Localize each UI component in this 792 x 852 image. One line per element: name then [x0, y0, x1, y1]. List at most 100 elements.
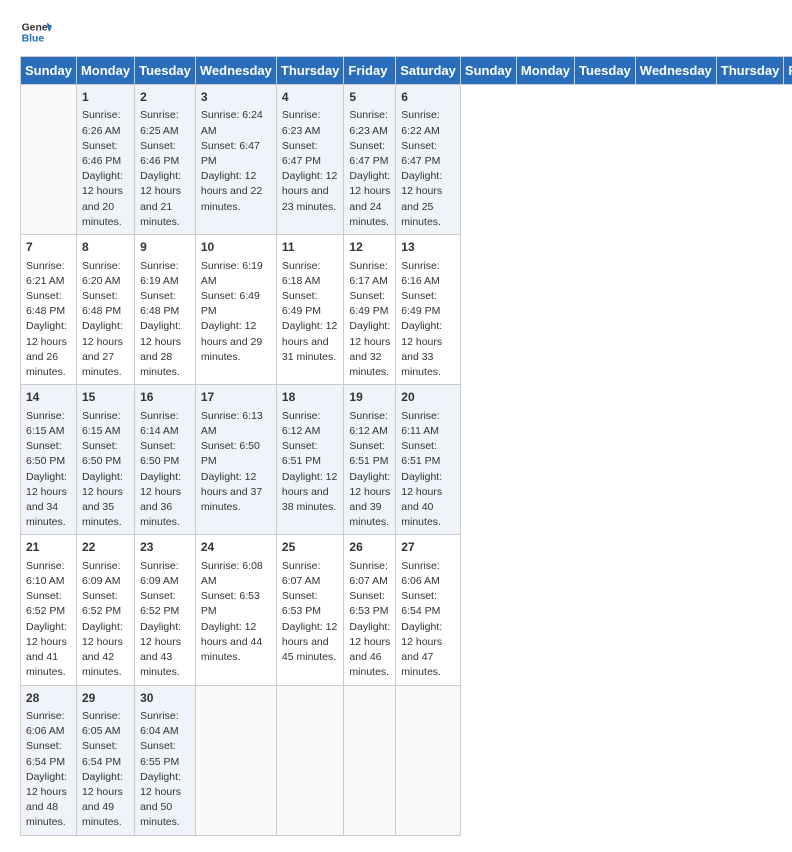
- calendar-cell: 7Sunrise: 6:21 AMSunset: 6:48 PMDaylight…: [21, 235, 77, 385]
- daylight-text: Daylight: 12 hours and 49 minutes.: [82, 771, 123, 829]
- sunset-text: Sunset: 6:54 PM: [401, 590, 440, 617]
- daylight-text: Daylight: 12 hours and 27 minutes.: [82, 320, 123, 378]
- calendar-cell: 30Sunrise: 6:04 AMSunset: 6:55 PMDayligh…: [135, 685, 196, 835]
- daylight-text: Daylight: 12 hours and 28 minutes.: [140, 320, 181, 378]
- weekday-header-sunday: Sunday: [21, 57, 77, 85]
- weekday-header-tuesday: Tuesday: [135, 57, 196, 85]
- sunrise-text: Sunrise: 6:06 AM: [26, 710, 65, 737]
- sunrise-text: Sunrise: 6:19 AM: [201, 260, 263, 287]
- daylight-text: Daylight: 12 hours and 26 minutes.: [26, 320, 67, 378]
- sunrise-text: Sunrise: 6:24 AM: [201, 109, 263, 136]
- sunrise-text: Sunrise: 6:14 AM: [140, 410, 179, 437]
- daylight-text: Daylight: 12 hours and 45 minutes.: [282, 621, 337, 663]
- daylight-text: Daylight: 12 hours and 35 minutes.: [82, 471, 123, 529]
- calendar-cell: [344, 685, 396, 835]
- daylight-text: Daylight: 12 hours and 50 minutes.: [140, 771, 181, 829]
- sunset-text: Sunset: 6:53 PM: [201, 590, 260, 617]
- daylight-text: Daylight: 12 hours and 37 minutes.: [201, 471, 262, 513]
- sunset-text: Sunset: 6:46 PM: [82, 140, 121, 167]
- calendar-week-row: 14 Sunrise: 6:15 AM Sunset: 6:50 PM Dayligh…: [21, 385, 792, 535]
- sunrise-text: Sunrise: 6:18 AM: [282, 260, 321, 287]
- logo: General Blue: [20, 16, 52, 48]
- sunset-text: Sunset: 6:52 PM: [26, 590, 65, 617]
- calendar-cell: 29Sunrise: 6:05 AMSunset: 6:54 PMDayligh…: [76, 685, 134, 835]
- sunrise-text: Sunrise: 6:25 AM: [140, 109, 179, 136]
- sunrise-text: Sunrise: 6:15 AM: [82, 410, 121, 437]
- day-number: 18: [282, 389, 339, 406]
- daylight-text: Daylight: 12 hours and 39 minutes.: [349, 471, 390, 529]
- day-number: 23: [140, 539, 190, 556]
- calendar-cell: 5Sunrise: 6:23 AMSunset: 6:47 PMDaylight…: [344, 85, 396, 235]
- calendar-cell: 19Sunrise: 6:12 AMSunset: 6:51 PMDayligh…: [344, 385, 396, 535]
- day-number: 24: [201, 539, 271, 556]
- daylight-text: Daylight: 12 hours and 36 minutes.: [140, 471, 181, 529]
- sunrise-text: Sunrise: 6:08 AM: [201, 560, 263, 587]
- sunrise-text: Sunrise: 6:21 AM: [26, 260, 65, 287]
- calendar-cell: 10Sunrise: 6:19 AMSunset: 6:49 PMDayligh…: [195, 235, 276, 385]
- sunset-text: Sunset: 6:54 PM: [82, 740, 121, 767]
- sunset-text: Sunset: 6:50 PM: [140, 440, 179, 467]
- day-number: 29: [82, 690, 129, 707]
- sunset-text: Sunset: 6:47 PM: [201, 140, 260, 167]
- daylight-text: Daylight: 12 hours and 48 minutes.: [26, 771, 67, 829]
- calendar-cell: 20Sunrise: 6:11 AMSunset: 6:51 PMDayligh…: [396, 385, 461, 535]
- sunset-text: Sunset: 6:48 PM: [140, 290, 179, 317]
- weekday-header-thursday: Thursday: [716, 57, 784, 85]
- calendar-cell: 22Sunrise: 6:09 AMSunset: 6:52 PMDayligh…: [76, 535, 134, 685]
- sunrise-text: Sunrise: 6:13 AM: [201, 410, 263, 437]
- calendar-cell: [276, 685, 344, 835]
- calendar-cell: 16 Sunrise: 6:14 AM Sunset: 6:50 PM Dayligh…: [135, 385, 196, 535]
- day-number: 27: [401, 539, 455, 556]
- sunrise-text: Sunrise: 6:12 AM: [349, 410, 388, 437]
- day-number: 7: [26, 239, 71, 256]
- sunset-text: Sunset: 6:49 PM: [282, 290, 321, 317]
- calendar-table: SundayMondayTuesdayWednesdayThursdayFrid…: [20, 56, 792, 836]
- calendar-cell: 11 Sunrise: 6:18 AM Sunset: 6:49 PM Dayligh…: [276, 235, 344, 385]
- calendar-cell: 27Sunrise: 6:06 AMSunset: 6:54 PMDayligh…: [396, 535, 461, 685]
- day-number: 11: [282, 239, 339, 256]
- calendar-cell: 17Sunrise: 6:13 AMSunset: 6:50 PMDayligh…: [195, 385, 276, 535]
- day-number: 8: [82, 239, 129, 256]
- calendar-cell: 6Sunrise: 6:22 AMSunset: 6:47 PMDaylight…: [396, 85, 461, 235]
- daylight-text: Daylight: 12 hours and 21 minutes.: [140, 170, 181, 228]
- weekday-header-row: SundayMondayTuesdayWednesdayThursdayFrid…: [21, 57, 792, 85]
- sunset-text: Sunset: 6:52 PM: [140, 590, 179, 617]
- weekday-header-wednesday: Wednesday: [635, 57, 716, 85]
- day-number: 15: [82, 389, 129, 406]
- sunrise-text: Sunrise: 6:07 AM: [282, 560, 321, 587]
- calendar-cell: 3Sunrise: 6:24 AMSunset: 6:47 PMDaylight…: [195, 85, 276, 235]
- sunset-text: Sunset: 6:48 PM: [82, 290, 121, 317]
- sunrise-text: Sunrise: 6:04 AM: [140, 710, 179, 737]
- calendar-cell: 21Sunrise: 6:10 AMSunset: 6:52 PMDayligh…: [21, 535, 77, 685]
- daylight-text: Daylight: 12 hours and 44 minutes.: [201, 621, 262, 663]
- sunset-text: Sunset: 6:51 PM: [349, 440, 388, 467]
- daylight-text: Daylight: 12 hours and 31 minutes.: [282, 320, 337, 362]
- day-number: 1: [82, 89, 129, 106]
- day-number: 14: [26, 389, 71, 406]
- daylight-text: Daylight: 12 hours and 40 minutes.: [401, 471, 442, 529]
- daylight-text: Daylight: 12 hours and 46 minutes.: [349, 621, 390, 679]
- day-number: 22: [82, 539, 129, 556]
- calendar-cell: 1Sunrise: 6:26 AMSunset: 6:46 PMDaylight…: [76, 85, 134, 235]
- sunrise-text: Sunrise: 6:19 AM: [140, 260, 179, 287]
- calendar-cell: 8Sunrise: 6:20 AMSunset: 6:48 PMDaylight…: [76, 235, 134, 385]
- daylight-text: Daylight: 12 hours and 32 minutes.: [349, 320, 390, 378]
- day-number: 16: [140, 389, 190, 406]
- sunset-text: Sunset: 6:51 PM: [282, 440, 321, 467]
- calendar-cell: [21, 85, 77, 235]
- weekday-header-friday: Friday: [784, 57, 792, 85]
- daylight-text: Daylight: 12 hours and 24 minutes.: [349, 170, 390, 228]
- day-number: 12: [349, 239, 390, 256]
- sunset-text: Sunset: 6:51 PM: [401, 440, 440, 467]
- day-number: 10: [201, 239, 271, 256]
- sunset-text: Sunset: 6:54 PM: [26, 740, 65, 767]
- daylight-text: Daylight: 12 hours and 33 minutes.: [401, 320, 442, 378]
- sunset-text: Sunset: 6:49 PM: [401, 290, 440, 317]
- sunrise-text: Sunrise: 6:15 AM: [26, 410, 65, 437]
- calendar-cell: 9Sunrise: 6:19 AMSunset: 6:48 PMDaylight…: [135, 235, 196, 385]
- day-number: 21: [26, 539, 71, 556]
- sunset-text: Sunset: 6:47 PM: [282, 140, 321, 167]
- sunset-text: Sunset: 6:50 PM: [82, 440, 121, 467]
- sunrise-text: Sunrise: 6:06 AM: [401, 560, 440, 587]
- daylight-text: Daylight: 12 hours and 29 minutes.: [201, 320, 262, 362]
